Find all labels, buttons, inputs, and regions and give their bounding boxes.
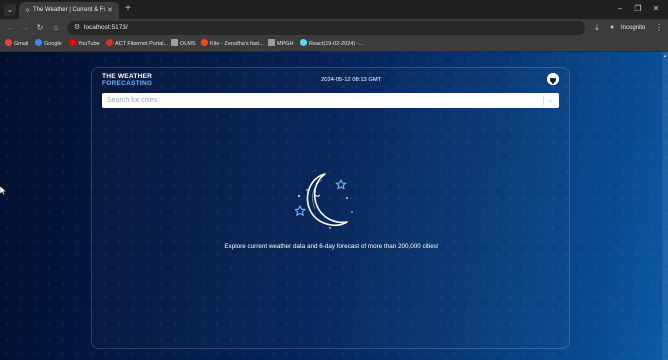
weather-favicon-icon: ✧ (24, 6, 31, 15)
app-container: THE WEATHER FORECASTING 2024-05-12 08:13… (91, 67, 570, 349)
bookmark-label: Google (44, 41, 62, 47)
bookmark-label: Gmail (14, 41, 29, 47)
incognito-icon: ● (610, 24, 615, 31)
bookmark-label: React(19-02-2024) -... (309, 41, 364, 47)
tab-strip: ⌄ ✧ The Weather | Current & Forecast ✕ +… (0, 0, 668, 19)
bookmark-act-fibernet[interactable]: ACT Fibernet Portal... (106, 39, 168, 50)
chevron-down-icon[interactable]: ⌄ (546, 93, 555, 108)
tab-active[interactable]: ✧ The Weather | Current & Forecast ✕ (19, 2, 119, 19)
tab-title: The Weather | Current & Forecast (33, 7, 105, 13)
url-text: localhost:5173/ (84, 24, 128, 31)
incognito-label: Incognito (621, 25, 646, 31)
download-icon[interactable]: ⤓ (591, 22, 603, 34)
page-scrollbar[interactable]: ▲ (662, 52, 668, 360)
forward-button[interactable]: → (19, 22, 31, 34)
logo-line-2: FORECASTING (102, 80, 153, 87)
back-button[interactable]: ← (4, 22, 16, 34)
mpgh-icon (268, 39, 275, 46)
restore-button[interactable]: ❐ (628, 2, 648, 16)
act-icon (106, 39, 113, 46)
app-logo[interactable]: THE WEATHER FORECASTING (102, 73, 160, 89)
search-separator (543, 96, 544, 105)
incognito-indicator[interactable]: ● Incognito (608, 22, 650, 34)
minimize-button[interactable]: – (610, 2, 630, 16)
github-icon[interactable] (547, 73, 559, 85)
tab-search-button[interactable]: ⌄ (4, 4, 16, 16)
address-bar[interactable]: ⚙ localhost:5173/ (67, 21, 585, 35)
bookmarks-bar: Gmail Google YouTube ACT Fibernet Portal… (0, 37, 668, 52)
browser-menu-icon[interactable]: ⋮ (654, 22, 664, 34)
bookmark-kite[interactable]: Kite - Zerodha's fast... (201, 39, 264, 50)
tagline-text: Explore current weather data and 6-day f… (224, 243, 439, 250)
google-icon (35, 39, 42, 46)
bookmark-gmail[interactable]: Gmail (5, 39, 28, 50)
bookmark-label: YouTube (78, 41, 100, 47)
current-datetime: 2024-05-12 08:13 GMT (321, 77, 382, 83)
mouse-cursor-icon (0, 186, 6, 195)
home-button[interactable]: ⌂ (50, 22, 62, 34)
bookmark-label: MPGH (277, 41, 294, 47)
bookmark-mpgh[interactable]: MPGH (268, 39, 294, 50)
react-icon (300, 39, 307, 46)
moon-stars-illustration (293, 168, 357, 232)
youtube-icon (69, 39, 76, 46)
bookmark-google[interactable]: Google (35, 39, 62, 50)
city-search-input[interactable]: Search for cities ⌄ (102, 93, 559, 108)
bookmark-youtube[interactable]: YouTube (69, 39, 100, 50)
scroll-up-icon[interactable]: ▲ (662, 53, 668, 58)
gmail-icon (5, 39, 12, 46)
tab-close-icon[interactable]: ✕ (105, 5, 115, 16)
bookmark-label: OLMS (180, 41, 196, 47)
bookmark-label: ACT Fibernet Portal... (115, 41, 169, 47)
browser-toolbar: ← → ↻ ⌂ ⚙ localhost:5173/ ⤓ ● Incognito … (0, 19, 668, 37)
logo-line-1: THE WEATHER (102, 73, 153, 80)
new-tab-button[interactable]: + (122, 3, 134, 15)
page-viewport: THE WEATHER FORECASTING 2024-05-12 08:13… (0, 52, 668, 360)
bookmark-react[interactable]: React(19-02-2024) -... (300, 39, 363, 50)
bookmark-olms[interactable]: OLMS (171, 39, 196, 50)
bookmark-label: Kite - Zerodha's fast... (210, 41, 264, 47)
reload-button[interactable]: ↻ (34, 22, 46, 34)
site-info-icon[interactable]: ⚙ (72, 23, 82, 33)
kite-icon (201, 39, 208, 46)
close-window-button[interactable]: ✕ (646, 2, 666, 16)
olms-icon (171, 39, 178, 46)
search-placeholder: Search for cities (107, 97, 158, 104)
